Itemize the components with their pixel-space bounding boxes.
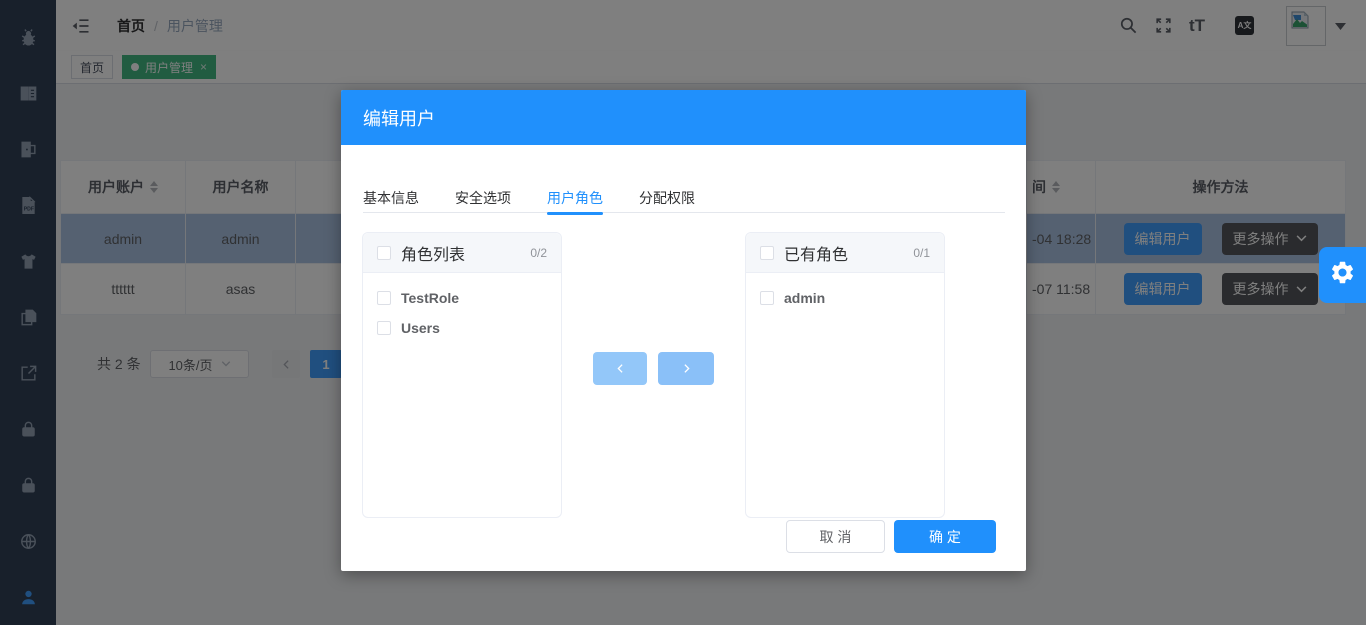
item-checkbox[interactable] (377, 321, 391, 335)
tab-assign-permissions[interactable]: 分配权限 (639, 188, 695, 212)
transfer-source-count: 0/2 (530, 246, 547, 260)
transfer-source-list: TestRole Users (363, 273, 561, 343)
dialog-tabs: 基本信息 安全选项 用户角色 分配权限 (363, 188, 1005, 213)
tab-user-roles[interactable]: 用户角色 (547, 188, 603, 212)
edit-user-dialog: 编辑用户 基本信息 安全选项 用户角色 分配权限 角色列表 0/2 TestRo… (341, 90, 1026, 571)
item-checkbox[interactable] (760, 291, 774, 305)
cancel-button[interactable]: 取 消 (786, 520, 885, 553)
item-checkbox[interactable] (377, 291, 391, 305)
transfer-source-title: 角色列表 (401, 241, 465, 265)
select-all-checkbox[interactable] (377, 246, 391, 260)
list-item[interactable]: Users (363, 313, 561, 343)
dialog-header: 编辑用户 (341, 90, 1026, 145)
transfer-target-count: 0/1 (913, 246, 930, 260)
dialog-title: 编辑用户 (363, 105, 435, 131)
transfer-source-header: 角色列表 0/2 (363, 233, 561, 273)
transfer-to-source-button[interactable] (593, 352, 647, 385)
chevron-left-icon (614, 362, 627, 375)
list-item[interactable]: admin (746, 283, 944, 313)
screen: PDF 首页 / 用户管理 (0, 0, 1366, 625)
select-all-checkbox[interactable] (760, 246, 774, 260)
tab-basic-info[interactable]: 基本信息 (363, 188, 419, 212)
gear-icon (1329, 259, 1356, 291)
transfer-to-target-button[interactable] (658, 352, 714, 385)
list-item[interactable]: TestRole (363, 283, 561, 313)
transfer-target-header: 已有角色 0/1 (746, 233, 944, 273)
chevron-right-icon (680, 362, 693, 375)
confirm-button[interactable]: 确 定 (894, 520, 996, 553)
transfer-target-title: 已有角色 (784, 241, 848, 265)
transfer-target-list: admin (746, 273, 944, 313)
tab-security-options[interactable]: 安全选项 (455, 188, 511, 212)
transfer-source-panel: 角色列表 0/2 TestRole Users (362, 232, 562, 518)
transfer-target-panel: 已有角色 0/1 admin (745, 232, 945, 518)
settings-fab-button[interactable] (1319, 247, 1366, 303)
